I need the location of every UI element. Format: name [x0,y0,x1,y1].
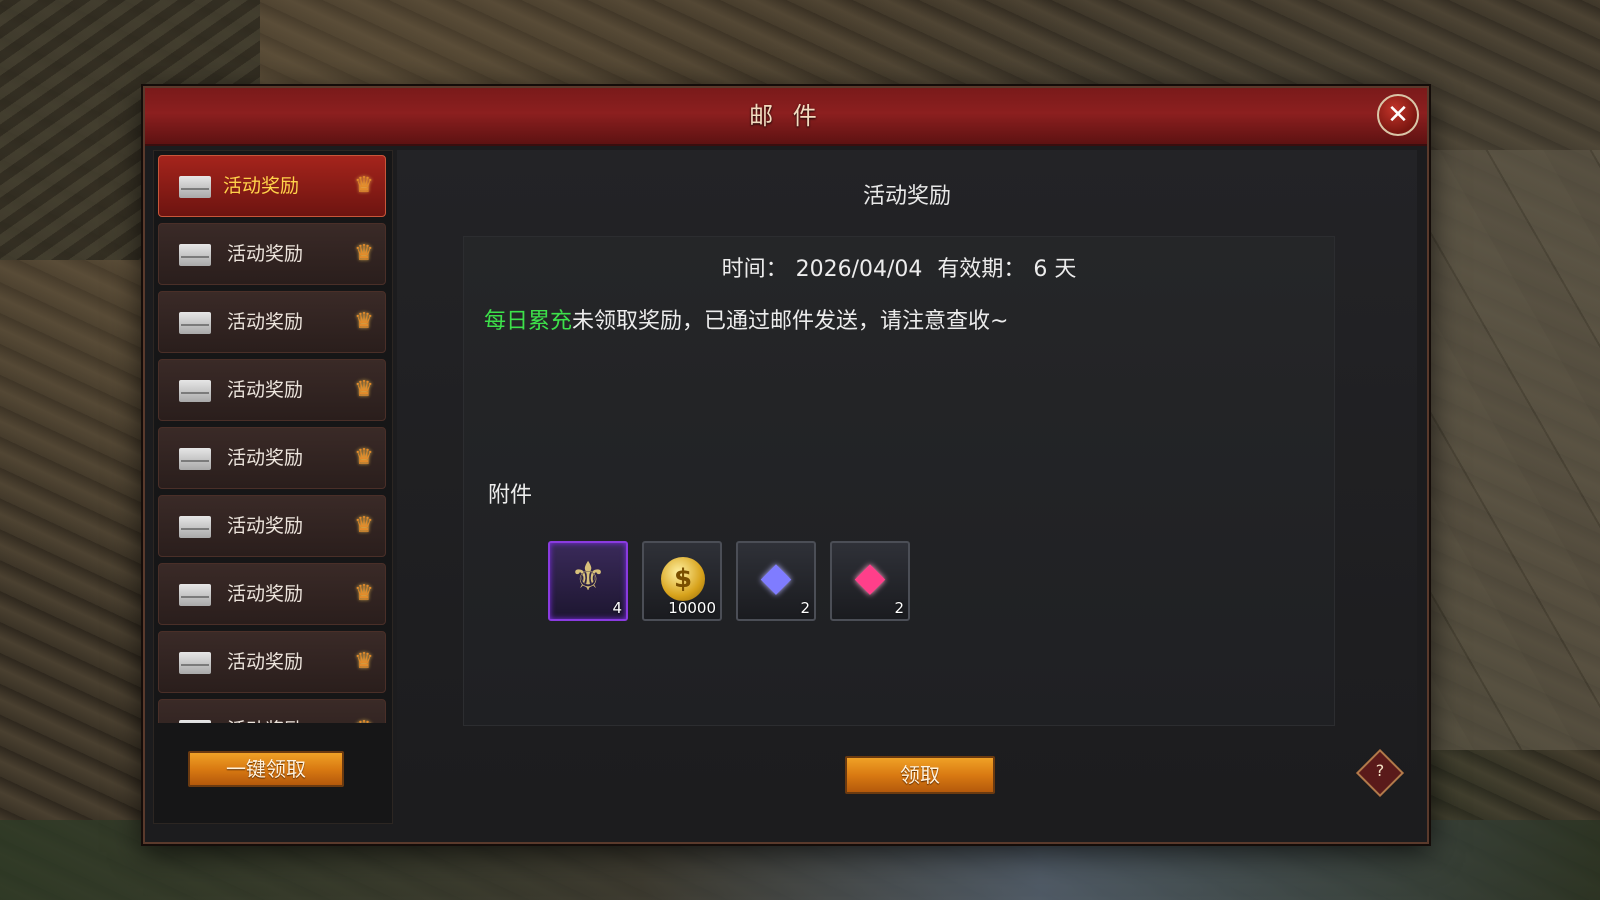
mail-item[interactable]: 活动奖励 ♛ [158,495,386,557]
chest-icon: ♛ [351,717,377,723]
mail-item-label: 活动奖励 [227,515,304,537]
mail-list[interactable]: 活动奖励 ♛ 活动奖励 ♛ 活动奖励 ♛ 活动奖励 ♛ 活动奖励 ♛ 活动奖励 … [158,155,386,723]
mail-item-label: 活动奖励 [227,447,304,469]
mail-item[interactable]: 活动奖励 ♛ [158,223,386,285]
title-bar: 邮 件 ✕ [145,88,1427,146]
attachment-slot[interactable]: ◆ 2 [830,541,910,621]
claim-all-button[interactable]: 一键领取 [188,751,344,787]
envelope-icon [179,176,211,198]
mail-item[interactable]: 活动奖励 ♛ [158,699,386,723]
attachments-label: 附件 [488,483,533,508]
chest-icon: ♛ [354,581,374,606]
envelope-icon [179,312,211,334]
validity-value: 6 天 [1033,257,1077,282]
mail-item[interactable]: 活动奖励 ♛ [158,291,386,353]
attachment-slot[interactable]: ⚜ 4 [548,541,628,621]
mail-item-label: 活动奖励 [227,243,304,265]
mail-item-label: 活动奖励 [227,651,304,673]
mail-item[interactable]: 活动奖励 ♛ [158,631,386,693]
gold-coin-icon: $ [661,557,705,601]
time-value: 2026/04/04 [795,257,923,282]
mail-item-label: 活动奖励 [227,379,304,401]
envelope-icon [179,584,211,606]
close-icon: ✕ [1387,100,1409,130]
mail-item[interactable]: 活动奖励 ♛ [158,359,386,421]
emblem-icon: ⚜ [570,554,606,600]
mail-item[interactable]: 活动奖励 ♛ [158,155,386,217]
blue-gem-icon: ◆ [760,554,792,600]
claim-button[interactable]: 领取 [845,756,995,794]
chest-icon: ♛ [354,377,374,402]
attachment-list: ⚜ 4 $ 10000 ◆ 2 ◆ 2 [548,541,910,621]
mail-item[interactable]: 活动奖励 ♛ [158,427,386,489]
attachment-slot[interactable]: $ 10000 [642,541,722,621]
attachment-qty: 4 [612,599,622,617]
envelope-icon [179,380,211,402]
chest-icon: ♛ [354,445,374,470]
attachment-qty: 2 [800,599,810,617]
close-button[interactable]: ✕ [1377,94,1419,136]
envelope-icon [179,448,211,470]
attachment-slot[interactable]: ◆ 2 [736,541,816,621]
mail-item-label: 活动奖励 [227,700,303,723]
mail-dialog: 邮 件 ✕ 活动奖励 ♛ 活动奖励 ♛ 活动奖励 ♛ 活动奖励 ♛ 活动奖励 ♛… [143,86,1429,844]
envelope-icon [179,516,211,538]
attachment-qty: 10000 [668,599,716,617]
mail-sidebar: 活动奖励 ♛ 活动奖励 ♛ 活动奖励 ♛ 活动奖励 ♛ 活动奖励 ♛ 活动奖励 … [153,150,393,824]
dialog-title: 邮 件 [749,102,823,130]
mail-item-label: 活动奖励 [223,175,300,197]
envelope-icon [179,244,211,266]
chest-icon: ♛ [354,309,374,334]
mail-item-label: 活动奖励 [227,583,304,605]
mail-title: 活动奖励 [862,184,951,209]
validity-label: 有效期： [937,257,1026,282]
mail-body: 每日累充未领取奖励，已通过邮件发送，请注意查收~ [484,303,1008,335]
mail-content: 活动奖励 时间： 2026/04/04 有效期： 6 天 每日累充未领取奖励，已通过… [397,150,1417,822]
help-button[interactable]: ? [1355,748,1405,798]
mail-meta: 时间： 2026/04/04 有效期： 6 天 [464,251,1334,283]
body-highlight: 每日累充 [484,309,573,334]
time-label: 时间： [721,257,788,282]
chest-icon: ♛ [354,173,374,198]
attachment-qty: 2 [894,599,904,617]
chest-icon: ♛ [354,241,374,266]
envelope-icon [179,652,211,674]
body-text: 未领取奖励，已通过邮件发送，请注意查收~ [572,309,1009,334]
mail-item-label: 活动奖励 [227,311,304,333]
message-box: 时间： 2026/04/04 有效期： 6 天 每日累充未领取奖励，已通过邮件发送，… [463,236,1335,726]
mail-item[interactable]: 活动奖励 ♛ [158,563,386,625]
pink-gem-icon: ◆ [854,554,886,600]
envelope-icon [179,720,211,723]
chest-icon: ♛ [354,649,374,674]
help-icon: ? [1375,761,1385,780]
chest-icon: ♛ [354,513,374,538]
